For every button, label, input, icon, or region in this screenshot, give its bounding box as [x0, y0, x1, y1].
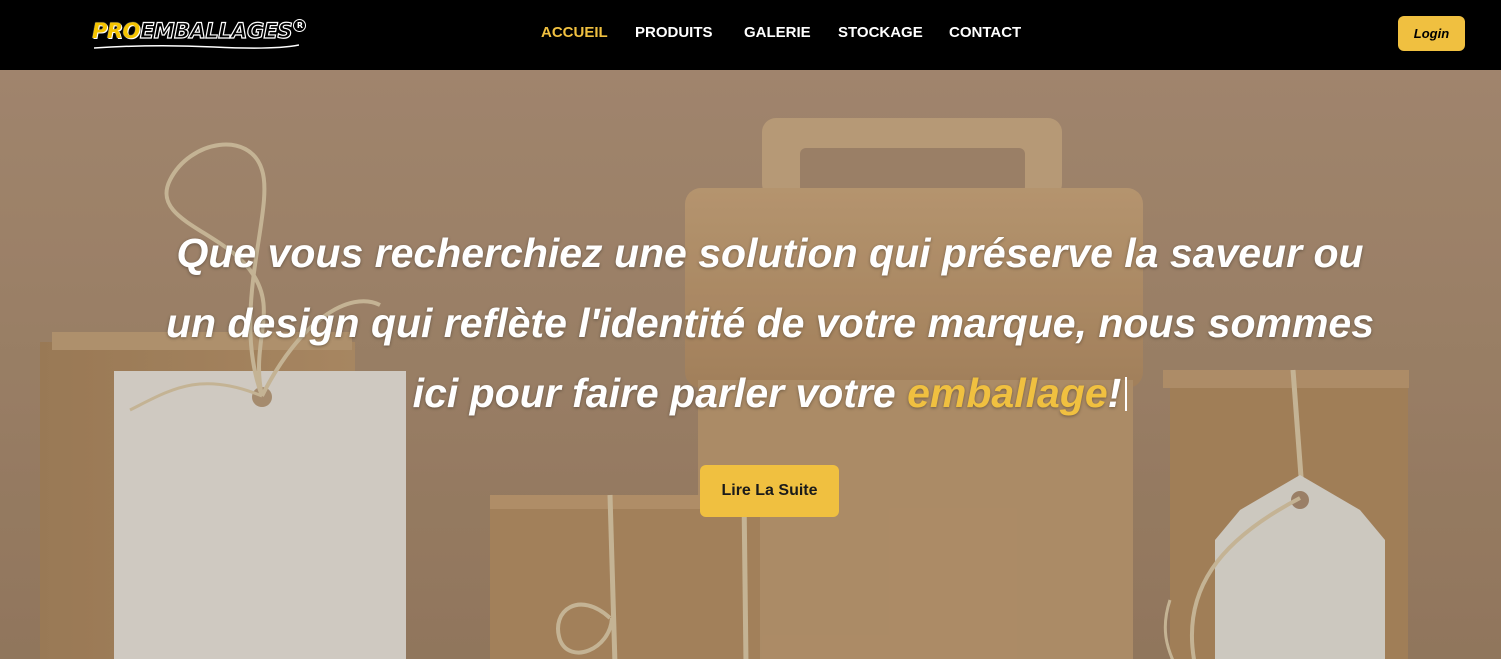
- typing-caret: [1125, 377, 1128, 411]
- hero-line-3-text: ici pour faire parler votre: [412, 370, 908, 416]
- brand-logo[interactable]: PROEMBALLAGES R: [92, 14, 307, 49]
- read-more-button[interactable]: Lire La Suite: [700, 465, 839, 517]
- hero-highlight-word: emballage: [907, 370, 1108, 416]
- brand-logo-pro: PRO: [92, 19, 140, 43]
- login-button[interactable]: Login: [1398, 16, 1465, 51]
- brand-logo-text: PROEMBALLAGES R: [92, 18, 307, 44]
- registered-mark-icon: R: [293, 19, 307, 32]
- nav-item-galerie[interactable]: GALERIE: [744, 24, 811, 41]
- brand-logo-emballages: EMBALLAGES: [139, 18, 293, 43]
- hero-line-1: Que vous recherchiez une solution qui pr…: [176, 230, 1364, 276]
- hero-exclamation: !: [1107, 370, 1122, 416]
- hero-headline: Que vous recherchiez une solution qui pr…: [150, 218, 1390, 428]
- hero-line-3: ici pour faire parler votre emballage!: [150, 358, 1390, 428]
- nav-item-contact[interactable]: CONTACT: [949, 24, 1021, 41]
- hero-section: Que vous recherchiez une solution qui pr…: [0, 70, 1501, 659]
- navbar: PROEMBALLAGES R ACCUEIL PRODUITS GALERIE …: [0, 0, 1501, 70]
- logo-swoosh-icon: [94, 44, 299, 49]
- hero-line-2: un design qui reflète l'identité de votr…: [165, 300, 1375, 346]
- nav-item-accueil[interactable]: ACCUEIL: [541, 24, 608, 41]
- nav-item-stockage[interactable]: STOCKAGE: [838, 24, 923, 41]
- nav-item-produits[interactable]: PRODUITS: [635, 24, 713, 41]
